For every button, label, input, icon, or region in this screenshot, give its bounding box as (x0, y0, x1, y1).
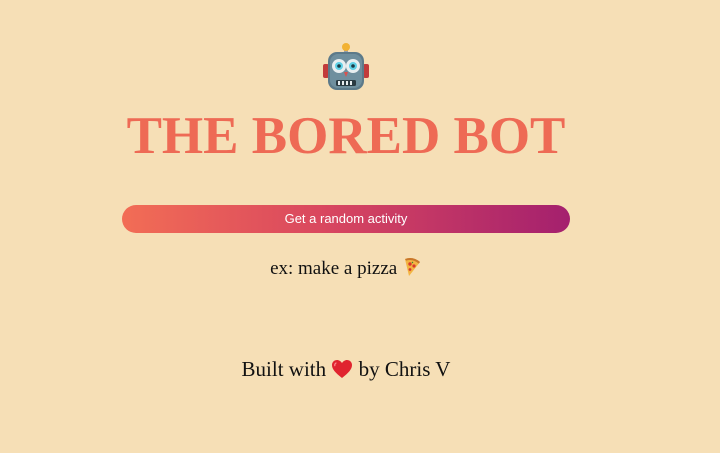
activity-text-row: ex: make a pizza (122, 256, 570, 282)
activity-text: ex: make a pizza (270, 258, 398, 279)
random-activity-button[interactable]: Get a random activity (122, 205, 570, 233)
heart-icon (332, 360, 353, 378)
page-title: THE BORED BOT (126, 107, 566, 165)
footer-prefix: Built with (241, 357, 327, 381)
pizza-icon (404, 258, 420, 276)
robot-icon (323, 43, 369, 90)
page: THE BORED BOT Get a random activity ex: … (0, 0, 720, 453)
footer-suffix: by Chris V (358, 357, 451, 381)
footer: Built with by Chris V (122, 355, 570, 383)
